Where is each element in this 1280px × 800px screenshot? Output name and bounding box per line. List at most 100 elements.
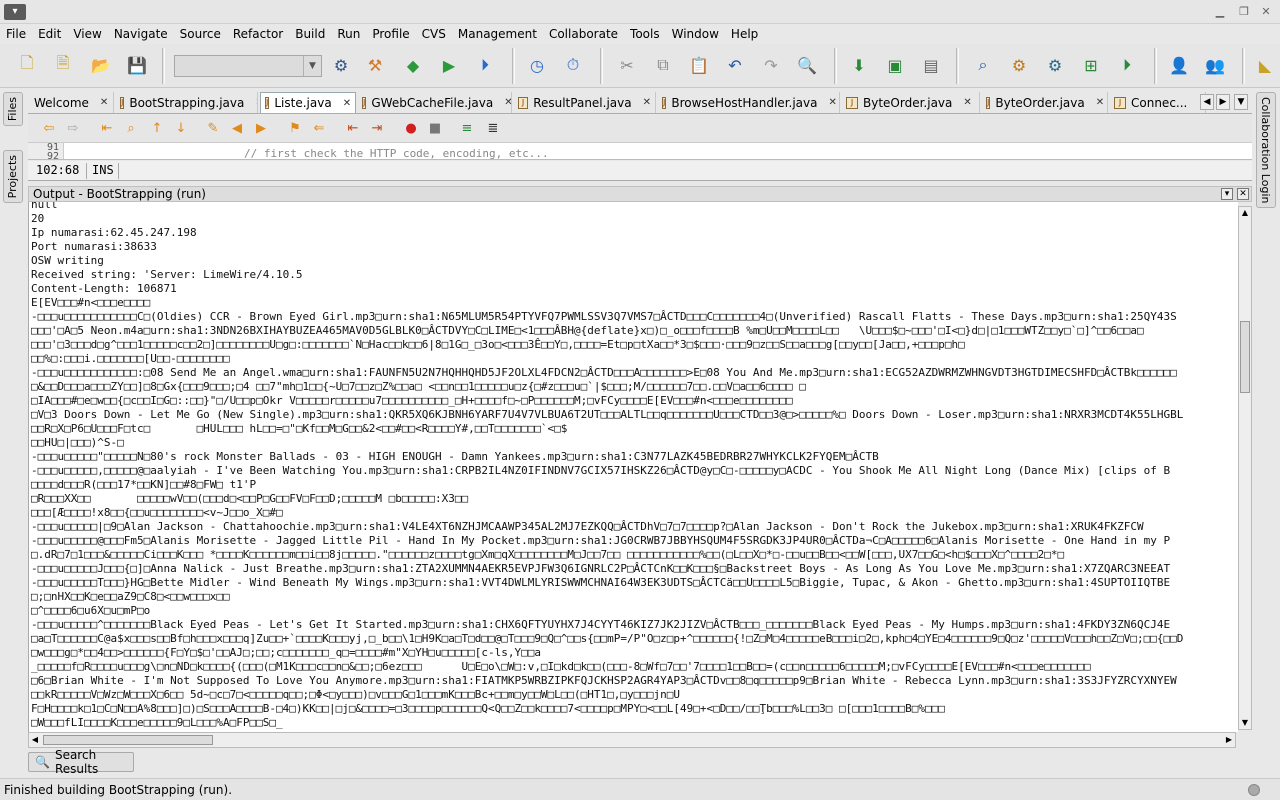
run-main-icon[interactable]: ◆ xyxy=(400,52,426,78)
menu-view[interactable]: View xyxy=(73,27,108,41)
new-file-icon[interactable]: 🗋 xyxy=(14,52,40,78)
menu-run[interactable]: Run xyxy=(337,27,367,41)
menu-source[interactable]: Source xyxy=(180,27,228,41)
run-icon[interactable]: ▶ xyxy=(436,52,462,78)
projects-side-tab[interactable]: Projects xyxy=(3,150,23,204)
tab-byteorder-1[interactable]: J ByteOrder.java ✕ xyxy=(842,92,980,113)
debug-icon[interactable]: ⏵ xyxy=(472,52,498,78)
last-edit-icon[interactable]: ⇤ xyxy=(98,120,116,138)
scroll-down-icon[interactable]: ▼ xyxy=(1239,717,1251,729)
menu-help[interactable]: Help xyxy=(731,27,765,41)
menu-profile[interactable]: Profile xyxy=(372,27,416,41)
maximize-icon[interactable]: ❐ xyxy=(1236,4,1252,20)
toggle-bookmark-icon[interactable]: ⚑ xyxy=(286,120,304,138)
files-side-tab[interactable]: Files xyxy=(3,92,23,127)
tab-gwebcachefile[interactable]: J GWebCacheFile.java ✕ xyxy=(358,92,512,113)
deploy-window-icon[interactable]: ▣ xyxy=(882,52,908,78)
close-tab-icon[interactable]: ✕ xyxy=(100,97,108,108)
scroll-up-icon[interactable]: ▲ xyxy=(1239,207,1251,219)
comment-icon[interactable]: ≡ xyxy=(458,120,476,138)
minimize-icon[interactable]: ▁ xyxy=(1212,4,1228,20)
start-macro-icon[interactable]: ● xyxy=(402,120,420,138)
find-next-icon[interactable]: ↓ xyxy=(172,120,190,138)
copy-icon[interactable]: ⧉ xyxy=(650,52,676,78)
scroll-right-icon[interactable]: ▶ xyxy=(1223,734,1235,746)
menu-navigate[interactable]: Navigate xyxy=(114,27,175,41)
tree-icon[interactable]: ⊞ xyxy=(1078,52,1104,78)
vertical-scroll-thumb[interactable] xyxy=(1240,321,1250,393)
menu-refactor[interactable]: Refactor xyxy=(233,27,290,41)
find-previous-icon[interactable]: ↑ xyxy=(148,120,166,138)
new-project-icon[interactable]: 🗎 xyxy=(50,52,76,78)
tab-list-icon[interactable]: ▼ xyxy=(1234,94,1248,110)
tab-scroll-left-icon[interactable]: ◀ xyxy=(1200,94,1214,110)
toolbar-overflow-icon[interactable]: ◣ xyxy=(1252,52,1278,78)
close-tab-icon[interactable]: ✕ xyxy=(504,97,511,108)
previous-bookmark-icon[interactable]: ◀ xyxy=(228,120,246,138)
forward-icon[interactable]: ⇨ xyxy=(64,120,82,138)
menu-window[interactable]: Window xyxy=(672,27,726,41)
tab-liste[interactable]: J Liste.java ✕ xyxy=(260,92,356,113)
contacts-icon[interactable]: 👥 xyxy=(1202,52,1228,78)
output-vertical-scrollbar[interactable]: ▲ ▼ xyxy=(1238,206,1252,730)
horizontal-scroll-thumb[interactable] xyxy=(43,735,213,745)
minimize-window-icon[interactable]: ▾ xyxy=(1221,188,1233,200)
cut-icon[interactable]: ✂ xyxy=(614,52,640,78)
window-menu-button[interactable]: ▾ xyxy=(4,4,26,20)
redo-icon[interactable]: ↷ xyxy=(758,52,784,78)
output-console[interactable]: null 20 Ip numarasi:62.45.247.198 Port n… xyxy=(28,202,1238,732)
shift-left-icon[interactable]: ⇐ xyxy=(310,120,328,138)
find-selection-icon[interactable]: ⌕ xyxy=(122,120,140,138)
tab-connec[interactable]: J Connec... xyxy=(1110,92,1206,113)
tab-scroll-right-icon[interactable]: ▶ xyxy=(1216,94,1230,110)
search-results-tab[interactable]: 🔍 Search Results xyxy=(28,748,134,776)
close-tab-icon[interactable]: ✕ xyxy=(1096,97,1104,108)
tab-bootstrapping[interactable]: JBootStrapping.java✕ xyxy=(116,92,258,113)
tab-byteorder-2[interactable]: J ByteOrder.java ✕ xyxy=(982,92,1108,113)
attach-profiler-icon[interactable]: ⏱ xyxy=(560,52,586,78)
menu-edit[interactable]: Edit xyxy=(38,27,68,41)
profile-icon[interactable]: ◷ xyxy=(524,52,550,78)
collaboration-login-tab[interactable]: Collaboration Login xyxy=(1256,92,1276,209)
open-project-icon[interactable]: 📂 xyxy=(88,52,114,78)
find-icon[interactable]: 🔍 xyxy=(794,52,820,78)
settings-gear-icon[interactable]: ⚙ xyxy=(1006,52,1032,78)
menu-build[interactable]: Build xyxy=(295,27,332,41)
code-editor[interactable]: 91 92 // first check the HTTP code, enco… xyxy=(28,143,1252,160)
close-icon[interactable]: ✕ xyxy=(1258,4,1274,20)
close-tab-icon[interactable]: ✕ xyxy=(255,97,257,108)
save-all-icon[interactable]: 💾 xyxy=(124,52,150,78)
menu-file[interactable]: File xyxy=(6,27,33,41)
tab-browsehosthandler[interactable]: J BrowseHostHandler.java ✕ xyxy=(658,92,840,113)
back-icon[interactable]: ⇦ xyxy=(40,120,58,138)
close-tab-icon[interactable]: ✕ xyxy=(828,97,836,108)
search-gear-icon[interactable]: ⚙ xyxy=(1042,52,1068,78)
paste-icon[interactable]: 📋 xyxy=(686,52,712,78)
shift-line-left-icon[interactable]: ⇤ xyxy=(344,120,362,138)
menu-collaborate[interactable]: Collaborate xyxy=(549,27,625,41)
close-tab-icon[interactable]: ✕ xyxy=(963,97,971,108)
close-output-icon[interactable]: ✕ xyxy=(1237,188,1249,200)
menu-management[interactable]: Management xyxy=(458,27,544,41)
configuration-icon[interactable]: ⚙ xyxy=(328,52,354,78)
toggle-highlight-icon[interactable]: ✎ xyxy=(204,120,222,138)
user-icon[interactable]: 👤 xyxy=(1166,52,1192,78)
uncomment-icon[interactable]: ≣ xyxy=(484,120,502,138)
inspect-icon[interactable]: ⌕ xyxy=(970,52,996,78)
deploy-icon[interactable]: ⬇ xyxy=(846,52,872,78)
chevron-down-icon[interactable]: ▼ xyxy=(303,56,321,76)
shift-line-right-icon[interactable]: ⇥ xyxy=(368,120,386,138)
play-circle-icon[interactable]: ⏵ xyxy=(1114,52,1140,78)
tab-resultpanel[interactable]: J ResultPanel.java ✕ xyxy=(514,92,656,113)
tab-welcome[interactable]: Welcome ✕ xyxy=(30,92,114,113)
output-horizontal-scrollbar[interactable]: ◀ ▶ xyxy=(28,732,1236,748)
menu-tools[interactable]: Tools xyxy=(630,27,667,41)
clean-build-icon[interactable]: ⚒ xyxy=(362,52,388,78)
scroll-left-icon[interactable]: ◀ xyxy=(29,734,41,746)
close-tab-icon[interactable]: ✕ xyxy=(343,98,351,109)
undo-icon[interactable]: ↶ xyxy=(722,52,748,78)
chart-icon[interactable]: ▤ xyxy=(918,52,944,78)
stop-macro-icon[interactable]: ■ xyxy=(426,120,444,138)
close-tab-icon[interactable]: ✕ xyxy=(643,97,651,108)
menu-cvs[interactable]: CVS xyxy=(422,27,453,41)
